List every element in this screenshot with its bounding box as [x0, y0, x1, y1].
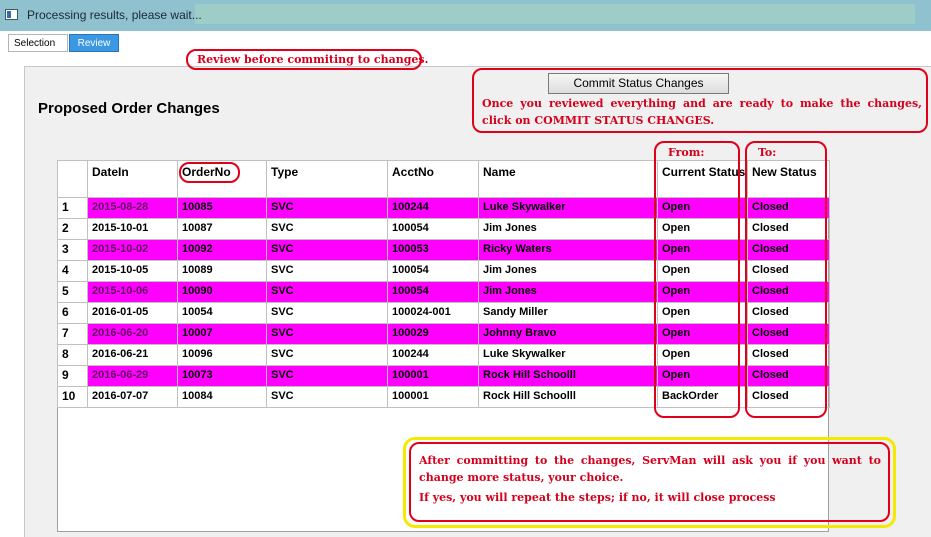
cell-type: SVC: [266, 197, 388, 219]
cell-acctno: 100244: [387, 344, 479, 366]
row-number-cell[interactable]: 5: [57, 281, 88, 303]
cell-name: Rock Hill Schoolll: [478, 365, 658, 387]
cell-orderno: 10092: [177, 239, 267, 261]
from-label: From:: [668, 146, 705, 159]
cell-orderno: 10084: [177, 386, 267, 408]
column-header-name[interactable]: Name: [478, 160, 658, 198]
cell-acctno: 100054: [387, 281, 479, 303]
review-note: Review before commiting to changes.: [197, 53, 429, 66]
window-app-icon: [5, 9, 18, 20]
from-column-box: [654, 141, 740, 418]
cell-acctno: 100024-001: [387, 302, 479, 324]
cell-datein: 2016-06-21: [87, 344, 178, 366]
commit-note: Once you reviewed everything and are rea…: [482, 97, 922, 127]
tab-review[interactable]: Review: [69, 34, 119, 52]
after-note-line1: After committing to the changes, ServMan…: [419, 454, 881, 484]
to-column-box: [745, 141, 827, 418]
cell-name: Johnny Bravo: [478, 323, 658, 345]
cell-orderno: 10089: [177, 260, 267, 282]
cell-datein: 2016-01-05: [87, 302, 178, 324]
cell-acctno: 100001: [387, 386, 479, 408]
cell-name: Jim Jones: [478, 260, 658, 282]
cell-acctno: 100054: [387, 218, 479, 240]
commit-status-changes-button[interactable]: Commit Status Changes: [548, 73, 729, 94]
column-header-datein[interactable]: DateIn: [87, 160, 178, 198]
column-header-type[interactable]: Type: [266, 160, 388, 198]
row-number-cell[interactable]: 6: [57, 302, 88, 324]
cell-type: SVC: [266, 260, 388, 282]
row-number-cell[interactable]: 3: [57, 239, 88, 261]
cell-orderno: 10054: [177, 302, 267, 324]
cell-acctno: 100029: [387, 323, 479, 345]
title-bar-glow: [195, 4, 915, 24]
row-number-cell[interactable]: 7: [57, 323, 88, 345]
row-number-cell[interactable]: 10: [57, 386, 88, 408]
cell-orderno: 10085: [177, 197, 267, 219]
column-header-rownum: [57, 160, 88, 198]
row-number-cell[interactable]: 2: [57, 218, 88, 240]
cell-name: Luke Skywalker: [478, 344, 658, 366]
page-title: Proposed Order Changes: [38, 100, 220, 117]
cell-type: SVC: [266, 302, 388, 324]
cell-type: SVC: [266, 386, 388, 408]
window-title: Processing results, please wait...: [27, 8, 202, 22]
cell-type: SVC: [266, 344, 388, 366]
row-number-cell[interactable]: 8: [57, 344, 88, 366]
cell-datein: 2015-10-02: [87, 239, 178, 261]
cell-type: SVC: [266, 281, 388, 303]
cell-name: Jim Jones: [478, 218, 658, 240]
column-header-acctno[interactable]: AcctNo: [387, 160, 479, 198]
cell-datein: 2016-06-29: [87, 365, 178, 387]
cell-name: Rock Hill Schoolll: [478, 386, 658, 408]
cell-datein: 2016-07-07: [87, 386, 178, 408]
cell-name: Luke Skywalker: [478, 197, 658, 219]
cell-acctno: 100054: [387, 260, 479, 282]
cell-name: Ricky Waters: [478, 239, 658, 261]
cell-acctno: 100053: [387, 239, 479, 261]
cell-name: Jim Jones: [478, 281, 658, 303]
cell-type: SVC: [266, 323, 388, 345]
cell-orderno: 10096: [177, 344, 267, 366]
cell-type: SVC: [266, 218, 388, 240]
after-note-line2: If yes, you will repeat the steps; if no…: [419, 491, 776, 504]
cell-orderno: 10090: [177, 281, 267, 303]
cell-datein: 2015-10-06: [87, 281, 178, 303]
cell-acctno: 100001: [387, 365, 479, 387]
row-number-cell[interactable]: 9: [57, 365, 88, 387]
cell-datein: 2015-08-28: [87, 197, 178, 219]
cell-type: SVC: [266, 365, 388, 387]
cell-datein: 2015-10-05: [87, 260, 178, 282]
cell-type: SVC: [266, 239, 388, 261]
title-bar: Processing results, please wait...: [0, 0, 931, 32]
cell-name: Sandy Miller: [478, 302, 658, 324]
tab-selection[interactable]: Selection: [8, 34, 68, 52]
orderno-highlight-box: [179, 162, 240, 183]
cell-orderno: 10007: [177, 323, 267, 345]
cell-acctno: 100244: [387, 197, 479, 219]
cell-orderno: 10073: [177, 365, 267, 387]
to-label: To:: [758, 146, 777, 159]
row-number-cell[interactable]: 1: [57, 197, 88, 219]
cell-datein: 2016-06-20: [87, 323, 178, 345]
cell-orderno: 10087: [177, 218, 267, 240]
row-number-cell[interactable]: 4: [57, 260, 88, 282]
cell-datein: 2015-10-01: [87, 218, 178, 240]
